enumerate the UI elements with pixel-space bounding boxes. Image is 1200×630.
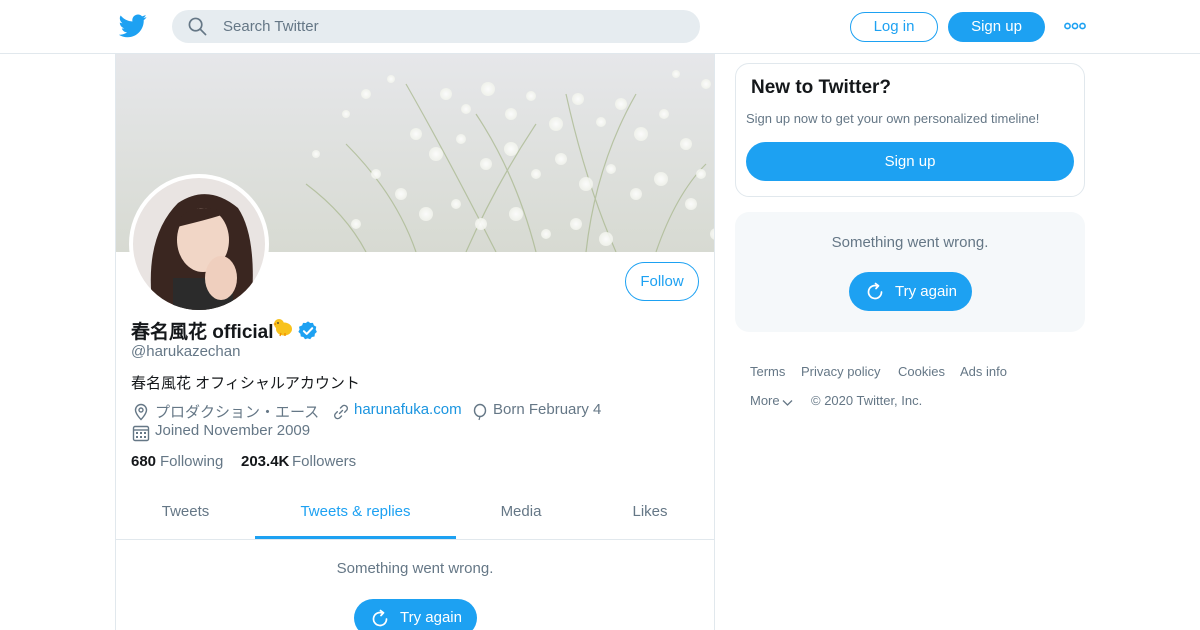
verified-badge-icon	[298, 321, 317, 340]
tab-likes[interactable]: Likes	[586, 484, 714, 540]
profile-avatar[interactable]	[129, 174, 269, 314]
search-box[interactable]: Search Twitter	[172, 10, 700, 43]
footer-link-cookies[interactable]: Cookies	[898, 364, 945, 379]
sidebar-signup-button[interactable]: Sign up	[746, 142, 1074, 181]
profile-column: Follow 春名風花 official @harukazechan 春名風花 …	[115, 54, 715, 630]
profile-birthday: Born February 4	[493, 401, 602, 418]
profile-handle: @harukazechan	[131, 343, 241, 360]
profile-display-name: 春名風花 official	[131, 322, 274, 343]
refresh-icon	[372, 609, 388, 627]
profile-location: プロダクション・エース	[155, 404, 320, 421]
location-icon	[134, 403, 148, 421]
new-to-twitter-card: New to Twitter? Sign up now to get your …	[735, 63, 1085, 197]
profile-tabs: Tweets Tweets & replies Media Likes	[116, 484, 714, 540]
profile-website-link[interactable]: harunafuka.com	[354, 401, 462, 418]
timeline-retry-label[interactable]: Try again	[400, 609, 462, 626]
twitter-bird-icon[interactable]	[119, 13, 147, 39]
tab-media[interactable]: Media	[456, 484, 586, 540]
sidebar-error-card: Something went wrong. Try again	[735, 212, 1085, 332]
search-icon	[188, 17, 207, 36]
followers-label[interactable]: Followers	[292, 453, 356, 470]
footer-link-terms[interactable]: Terms	[750, 364, 785, 379]
follow-button[interactable]: Follow	[625, 262, 699, 301]
new-to-twitter-subtitle: Sign up now to get your own personalized…	[746, 111, 1040, 126]
balloon-icon	[473, 403, 487, 421]
active-tab-indicator	[255, 536, 456, 539]
profile-joined-date: Joined November 2009	[155, 422, 311, 439]
link-icon	[334, 404, 348, 420]
tab-tweets[interactable]: Tweets	[116, 484, 255, 540]
more-dots-icon[interactable]	[1064, 19, 1086, 33]
tab-tweets-and-replies[interactable]: Tweets & replies	[255, 484, 456, 540]
profile-bio: 春名風花 オフィシャルアカウント	[131, 375, 360, 392]
footer-more-menu[interactable]: More	[750, 393, 793, 408]
sidebar-error-message: Something went wrong.	[831, 234, 989, 251]
timeline-retry-button[interactable]: Try again	[354, 599, 477, 630]
new-to-twitter-title: New to Twitter?	[751, 77, 892, 98]
sidebar-retry-label[interactable]: Try again	[895, 283, 957, 300]
login-button[interactable]: Log in	[850, 12, 938, 42]
chick-emoji-icon	[273, 319, 292, 337]
following-label[interactable]: Following	[160, 453, 223, 470]
chevron-down-icon	[782, 400, 793, 406]
footer-copyright: © 2020 Twitter, Inc.	[811, 393, 923, 408]
top-navigation-bar: Search Twitter Log in Sign up	[0, 0, 1200, 54]
sidebar-retry-button[interactable]: Try again	[849, 272, 972, 311]
footer-link-ads-info[interactable]: Ads info	[960, 364, 1007, 379]
timeline-error-message: Something went wrong.	[336, 560, 494, 577]
followers-count[interactable]: 203.4K	[241, 453, 289, 470]
following-count[interactable]: 680	[131, 453, 156, 470]
footer-link-privacy[interactable]: Privacy policy	[801, 364, 880, 379]
avatar-photo	[133, 178, 265, 310]
calendar-icon	[132, 425, 150, 442]
footer-more-label[interactable]: More	[750, 393, 780, 408]
signup-button[interactable]: Sign up	[948, 12, 1045, 42]
search-placeholder[interactable]: Search Twitter	[223, 18, 319, 35]
refresh-icon	[867, 282, 883, 300]
